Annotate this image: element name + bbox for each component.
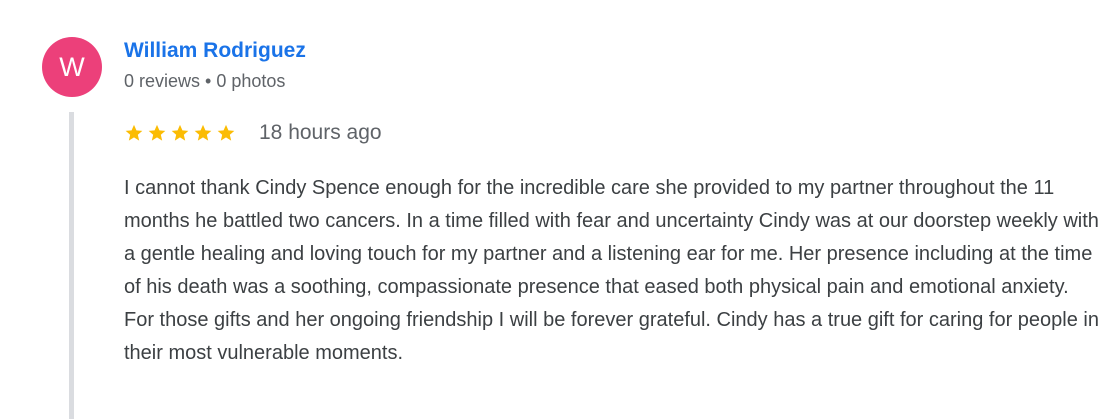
review-card: W William Rodriguez 0 reviews • 0 photos… (0, 0, 1108, 419)
star-icon (148, 124, 166, 141)
star-icon (125, 124, 143, 141)
review-time-ago: 18 hours ago (259, 121, 382, 144)
star-icon (194, 124, 212, 141)
review-thread-line (69, 112, 74, 419)
reviewer-name-link[interactable]: William Rodriguez (124, 39, 306, 63)
avatar[interactable]: W (42, 37, 102, 97)
star-icon (217, 124, 235, 141)
star-rating (124, 123, 239, 143)
rating-row: 18 hours ago (124, 118, 382, 148)
avatar-letter: W (59, 51, 85, 82)
review-text: I cannot thank Cindy Spence enough for t… (124, 177, 1099, 364)
star-icon (171, 124, 189, 141)
reviewer-meta: 0 reviews • 0 photos (124, 71, 286, 91)
